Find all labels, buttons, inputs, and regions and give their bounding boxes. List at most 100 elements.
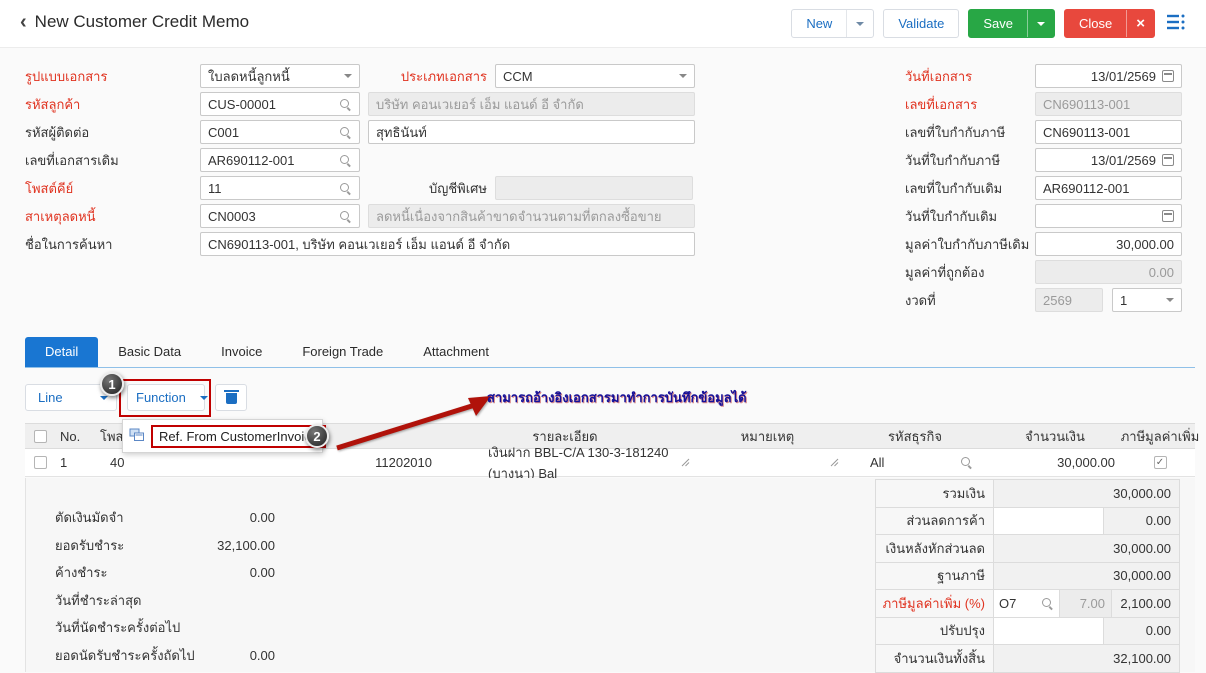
hamburger-menu-icon[interactable]: [1166, 13, 1188, 34]
credit-reason-label: สาเหตุลดหนี้: [25, 206, 200, 227]
vat-label: ภาษีมูลค่าเพิ่ม (%): [876, 590, 994, 617]
tab-invoice[interactable]: Invoice: [201, 337, 282, 367]
doc-type-label: ประเภทเอกสาร: [365, 66, 495, 87]
customer-code-label: รหัสลูกค้า: [25, 94, 200, 115]
adjustment-input[interactable]: [994, 618, 1104, 645]
doc-format-value: ใบลดหนี้ลูกหนี้: [208, 66, 338, 87]
chevron-down-icon: [1166, 298, 1174, 302]
menu-item-ref-from-customer-invoice[interactable]: Ref. From CustomerInvoice: [151, 425, 326, 448]
period-no-select[interactable]: 1: [1112, 288, 1182, 312]
orig-tax-invoice-value-value: 30,000.00: [1116, 237, 1174, 252]
grand-total-label: จำนวนเงินทั้งสิ้น: [876, 645, 994, 672]
tax-invoice-date-input[interactable]: 13/01/2569: [1035, 148, 1182, 172]
search-icon[interactable]: [339, 210, 352, 223]
summary-value: 0.00: [207, 565, 275, 580]
tax-invoice-no-input[interactable]: CN690113-001: [1035, 120, 1182, 144]
search-icon[interactable]: [339, 182, 352, 195]
contact-code-value: C001: [208, 125, 339, 140]
new-button-label[interactable]: New: [792, 10, 846, 37]
table-row[interactable]: 1 40 11202010 เงินฝาก BBL-C/A 130-3-1812…: [25, 449, 1195, 477]
grand-total-value: 32,100.00: [994, 645, 1179, 672]
calendar-icon[interactable]: [1162, 70, 1174, 82]
orig-tax-invoice-value-input[interactable]: 30,000.00: [1035, 232, 1182, 256]
search-icon[interactable]: [339, 154, 352, 167]
contact-code-label: รหัสผู้ติดต่อ: [25, 122, 200, 143]
doc-format-select[interactable]: ใบลดหนี้ลูกหนี้: [200, 64, 360, 88]
function-dropdown-toggle[interactable]: [194, 385, 214, 410]
function-button[interactable]: Function: [127, 384, 205, 411]
select-all-checkbox[interactable]: [34, 430, 47, 443]
after-discount-value: 30,000.00: [994, 535, 1179, 562]
cell-amount[interactable]: 30,000.00: [985, 455, 1125, 470]
row-checkbox[interactable]: [34, 456, 47, 469]
new-dropdown-toggle[interactable]: [846, 10, 873, 37]
customer-code-input[interactable]: CUS-00001: [200, 92, 360, 116]
line-button-label[interactable]: Line: [26, 385, 92, 410]
function-button-label[interactable]: Function: [128, 385, 194, 410]
tab-basic-data[interactable]: Basic Data: [98, 337, 201, 367]
close-button[interactable]: Close ×: [1064, 9, 1155, 38]
credit-reason-input[interactable]: CN0003: [200, 204, 360, 228]
tab-foreign-trade[interactable]: Foreign Trade: [282, 337, 403, 367]
doc-date-input[interactable]: 13/01/2569: [1035, 64, 1182, 88]
customer-name-field: บริษัท คอนเวเยอร์ เอ็ม แอนด์ อี จำกัด: [368, 92, 695, 116]
search-icon[interactable]: [960, 456, 973, 469]
correct-value-label: มูลค่าที่ถูกต้อง: [905, 262, 1035, 283]
special-account-label: บัญชีพิเศษ: [365, 178, 495, 199]
tax-base-value: 30,000.00: [994, 563, 1179, 590]
summary-label: ยอดนัดรับชำระครั้งถัดไป: [55, 645, 207, 666]
orig-doc-no-label: เลขที่เอกสารเดิม: [25, 150, 200, 171]
header-vat: ภาษีมูลค่าเพิ่ม: [1125, 426, 1195, 447]
trade-discount-input[interactable]: [994, 508, 1104, 535]
close-button-label[interactable]: Close: [1065, 10, 1126, 37]
close-x-icon[interactable]: ×: [1126, 10, 1154, 37]
trade-discount-label: ส่วนลดการค้า: [876, 508, 994, 535]
cell-business-code[interactable]: All: [845, 455, 985, 470]
validate-button-label[interactable]: Validate: [884, 10, 958, 37]
search-icon[interactable]: [339, 126, 352, 139]
save-button-label[interactable]: Save: [969, 10, 1027, 37]
tab-detail[interactable]: Detail: [25, 337, 98, 367]
tax-base-row: ฐานภาษี 30,000.00: [875, 563, 1180, 591]
orig-tax-invoice-no-input[interactable]: AR690112-001: [1035, 176, 1182, 200]
doc-no-label: เลขที่เอกสาร: [905, 94, 1035, 115]
back-icon[interactable]: ‹: [20, 12, 27, 32]
doc-date-label: วันที่เอกสาร: [905, 66, 1035, 87]
period-no-value: 1: [1120, 293, 1160, 308]
adjustment-label: ปรับปรุง: [876, 618, 994, 645]
annotation-step1-marker: 1: [100, 372, 124, 396]
delete-line-button[interactable]: [215, 384, 247, 411]
resize-grip-icon[interactable]: [681, 455, 690, 470]
doc-type-select[interactable]: CCM: [495, 64, 695, 88]
cell-post-key: 40: [95, 455, 170, 470]
save-dropdown-toggle[interactable]: [1027, 10, 1054, 37]
orig-tax-invoice-date-input[interactable]: [1035, 204, 1182, 228]
search-icon[interactable]: [339, 98, 352, 111]
search-icon[interactable]: [1041, 597, 1054, 610]
orig-tax-invoice-date-label: วันที่ใบกำกับเดิม: [905, 206, 1035, 227]
post-key-input[interactable]: 11: [200, 176, 360, 200]
tax-base-label: ฐานภาษี: [876, 563, 994, 590]
tax-invoice-no-value: CN690113-001: [1043, 125, 1130, 140]
save-button[interactable]: Save: [968, 9, 1055, 38]
vat-code-input[interactable]: O7: [994, 590, 1060, 617]
vat-checkbox[interactable]: [1154, 456, 1167, 469]
calendar-icon[interactable]: [1162, 154, 1174, 166]
tab-attachment[interactable]: Attachment: [403, 337, 509, 367]
orig-doc-no-input[interactable]: AR690112-001: [200, 148, 360, 172]
orig-tax-invoice-value-label: มูลค่าใบกำกับภาษีเดิม: [905, 234, 1035, 255]
validate-button[interactable]: Validate: [883, 9, 959, 38]
document-form-left: รูปแบบเอกสาร ใบลดหนี้ลูกหนี้ ประเภทเอกสา…: [25, 62, 695, 258]
search-name-input[interactable]: CN690113-001, บริษัท คอนเวเยอร์ เอ็ม แอน…: [200, 232, 695, 256]
calendar-icon[interactable]: [1162, 210, 1174, 222]
cell-business-code-text: All: [870, 455, 960, 470]
cell-remark[interactable]: [690, 455, 845, 470]
adjustment-row: ปรับปรุง 0.00: [875, 618, 1180, 646]
new-button[interactable]: New: [791, 9, 874, 38]
contact-code-input[interactable]: C001: [200, 120, 360, 144]
contact-name-input[interactable]: สุทธินันท์: [368, 120, 695, 144]
cell-no: 1: [55, 455, 95, 470]
period-year-field: 2569: [1035, 288, 1103, 312]
payment-summary: ตัดเงินมัดจำ 0.00 ยอดรับชำระ 32,100.00 ค…: [55, 504, 275, 669]
resize-grip-icon[interactable]: [830, 455, 839, 470]
